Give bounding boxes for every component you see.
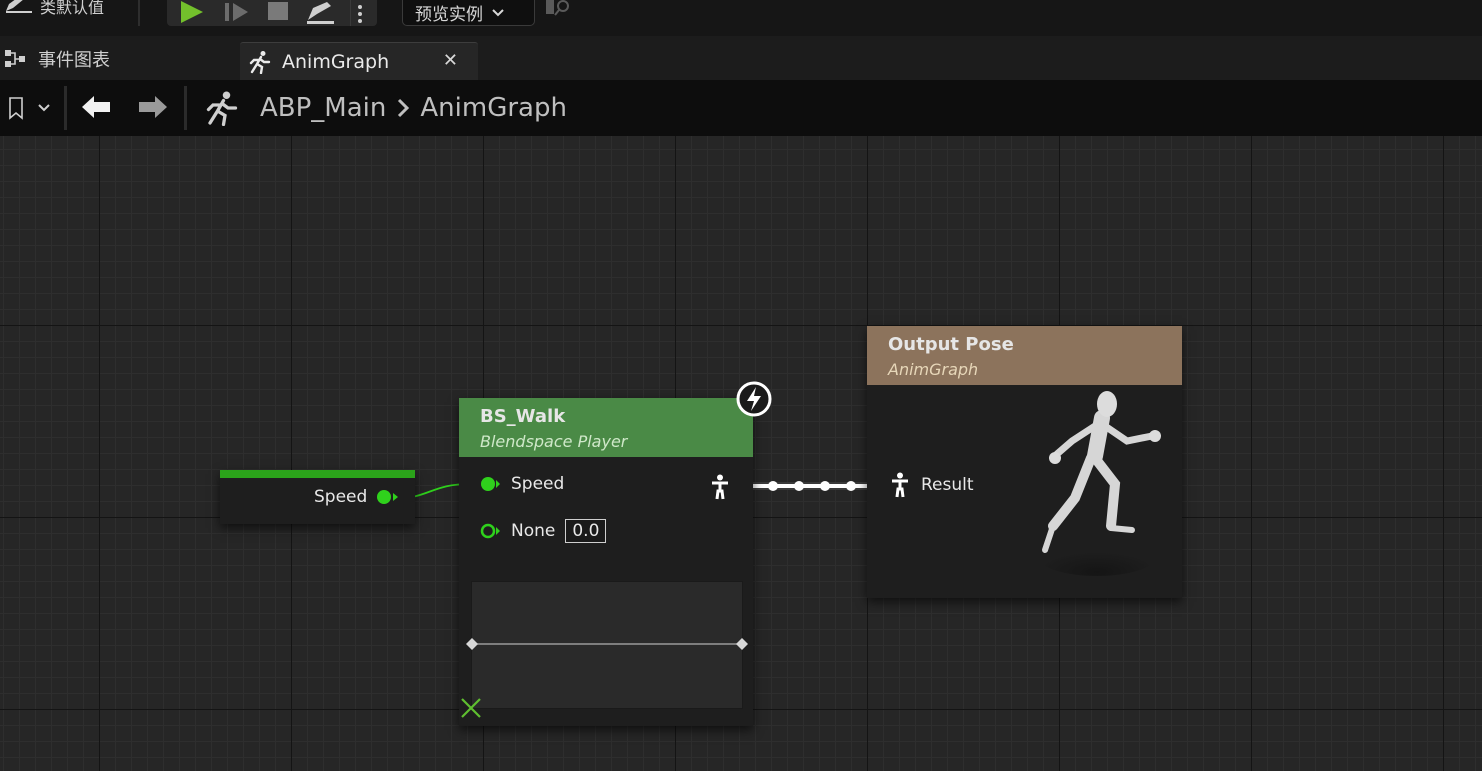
node-title: Output Pose: [888, 334, 1014, 355]
toolbar-divider: [138, 0, 140, 26]
pose-wire-dot: [768, 481, 778, 491]
none-value-field[interactable]: 0.0: [565, 519, 607, 543]
bookmark-icon: [9, 97, 50, 120]
animgraph-type-icon: [203, 90, 241, 130]
result-input-pin[interactable]: Result: [889, 472, 974, 498]
debug-filter-button[interactable]: [545, 0, 573, 24]
class-defaults-label: 类默认值: [40, 0, 105, 17]
breadcrumb-item-blueprint[interactable]: ABP_Main: [260, 93, 386, 123]
search-object-icon: [546, 0, 569, 16]
pencil-icon: [4, 0, 34, 17]
breadcrumb-divider: [64, 86, 67, 130]
chevron-right-icon: [398, 98, 410, 118]
back-button[interactable]: [80, 94, 112, 124]
speed-input-label: Speed: [511, 474, 565, 494]
tab-animgraph-label: AnimGraph: [282, 50, 390, 73]
node-title: BS_Walk: [480, 406, 566, 427]
breadcrumb-bar: [0, 80, 1482, 136]
tab-event-graph-label: 事件图表: [38, 50, 110, 71]
possess-button[interactable]: [301, 0, 339, 24]
sample-marker-icon: [459, 696, 483, 724]
float-pin-icon[interactable]: [479, 475, 501, 493]
result-pin-label: Result: [921, 475, 974, 495]
graph-icon: [5, 50, 25, 67]
arrow-left-icon: [82, 96, 110, 118]
node-header: BS_Walk Blendspace Player: [459, 398, 753, 457]
more-vertical-icon: [358, 5, 362, 23]
chevron-down-icon: [492, 8, 504, 16]
node-subtitle: Blendspace Player: [480, 432, 628, 451]
arrow-right-icon: [139, 96, 167, 118]
preview-instance-label: 预览实例: [415, 5, 483, 25]
document-tab-bar: [0, 36, 1482, 80]
blendspace-preview: [466, 581, 748, 709]
tab-animgraph[interactable]: AnimGraph ✕: [240, 42, 478, 80]
running-man-icon: [249, 50, 271, 74]
none-input-label: None: [511, 521, 556, 541]
pose-output-pin[interactable]: [709, 474, 731, 504]
more-options-button[interactable]: [343, 0, 377, 24]
node-header: Output Pose AnimGraph: [867, 326, 1182, 385]
breadcrumb-item-graph[interactable]: AnimGraph: [420, 93, 567, 123]
pose-pin-icon: [892, 472, 908, 498]
class-defaults-button[interactable]: 类默认值: [4, 0, 104, 18]
variable-header-bar: [220, 470, 415, 478]
step-icon: [225, 3, 248, 21]
blendspace-player-node[interactable]: BS_Walk Blendspace Player Speed None 0.0: [459, 398, 753, 726]
breadcrumb-divider-2: [184, 86, 187, 130]
node-subtitle: AnimGraph: [888, 360, 979, 379]
pose-pin-icon: [712, 474, 728, 500]
speed-variable-node[interactable]: Speed: [220, 470, 415, 524]
pose-wire-dot: [794, 481, 804, 491]
play-controls: [167, 0, 377, 26]
play-button[interactable]: [173, 0, 211, 24]
float-pin-icon[interactable]: [375, 488, 399, 506]
step-button[interactable]: [218, 0, 256, 24]
breadcrumb: ABP_Main AnimGraph: [260, 92, 567, 124]
fast-path-icon: [735, 380, 773, 422]
speed-pin-label: Speed: [314, 487, 368, 507]
eject-icon: [307, 2, 334, 24]
preview-instance-dropdown[interactable]: 预览实例: [402, 0, 535, 26]
blendspace-axis: [466, 638, 748, 650]
bookmark-button[interactable]: [6, 94, 54, 124]
stop-button[interactable]: [259, 0, 297, 24]
mannequin-running-icon: [1017, 386, 1177, 585]
play-icon: [181, 1, 203, 23]
close-icon[interactable]: ✕: [443, 50, 458, 71]
pose-wire-dot: [820, 481, 830, 491]
float-pin-empty-icon[interactable]: [479, 522, 501, 540]
forward-button[interactable]: [137, 94, 169, 124]
running-man-icon: [206, 91, 238, 127]
output-pose-node[interactable]: Output Pose AnimGraph Result: [867, 326, 1182, 598]
pose-wire-dot: [846, 481, 856, 491]
tab-event-graph[interactable]: 事件图表: [0, 42, 110, 76]
stop-icon: [268, 2, 288, 20]
graph-canvas[interactable]: Speed BS_Walk Blendspace Player Speed No…: [0, 136, 1482, 771]
